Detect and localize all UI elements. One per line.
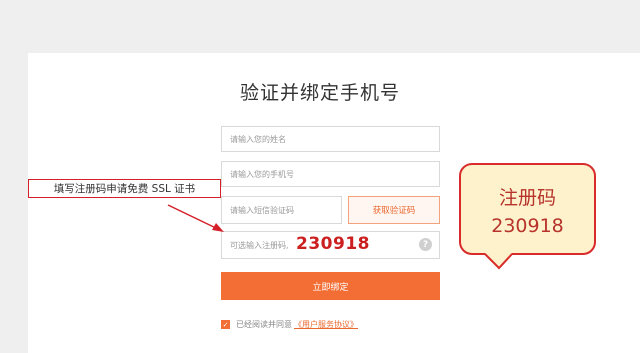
- bubble-tail-icon: [484, 253, 513, 270]
